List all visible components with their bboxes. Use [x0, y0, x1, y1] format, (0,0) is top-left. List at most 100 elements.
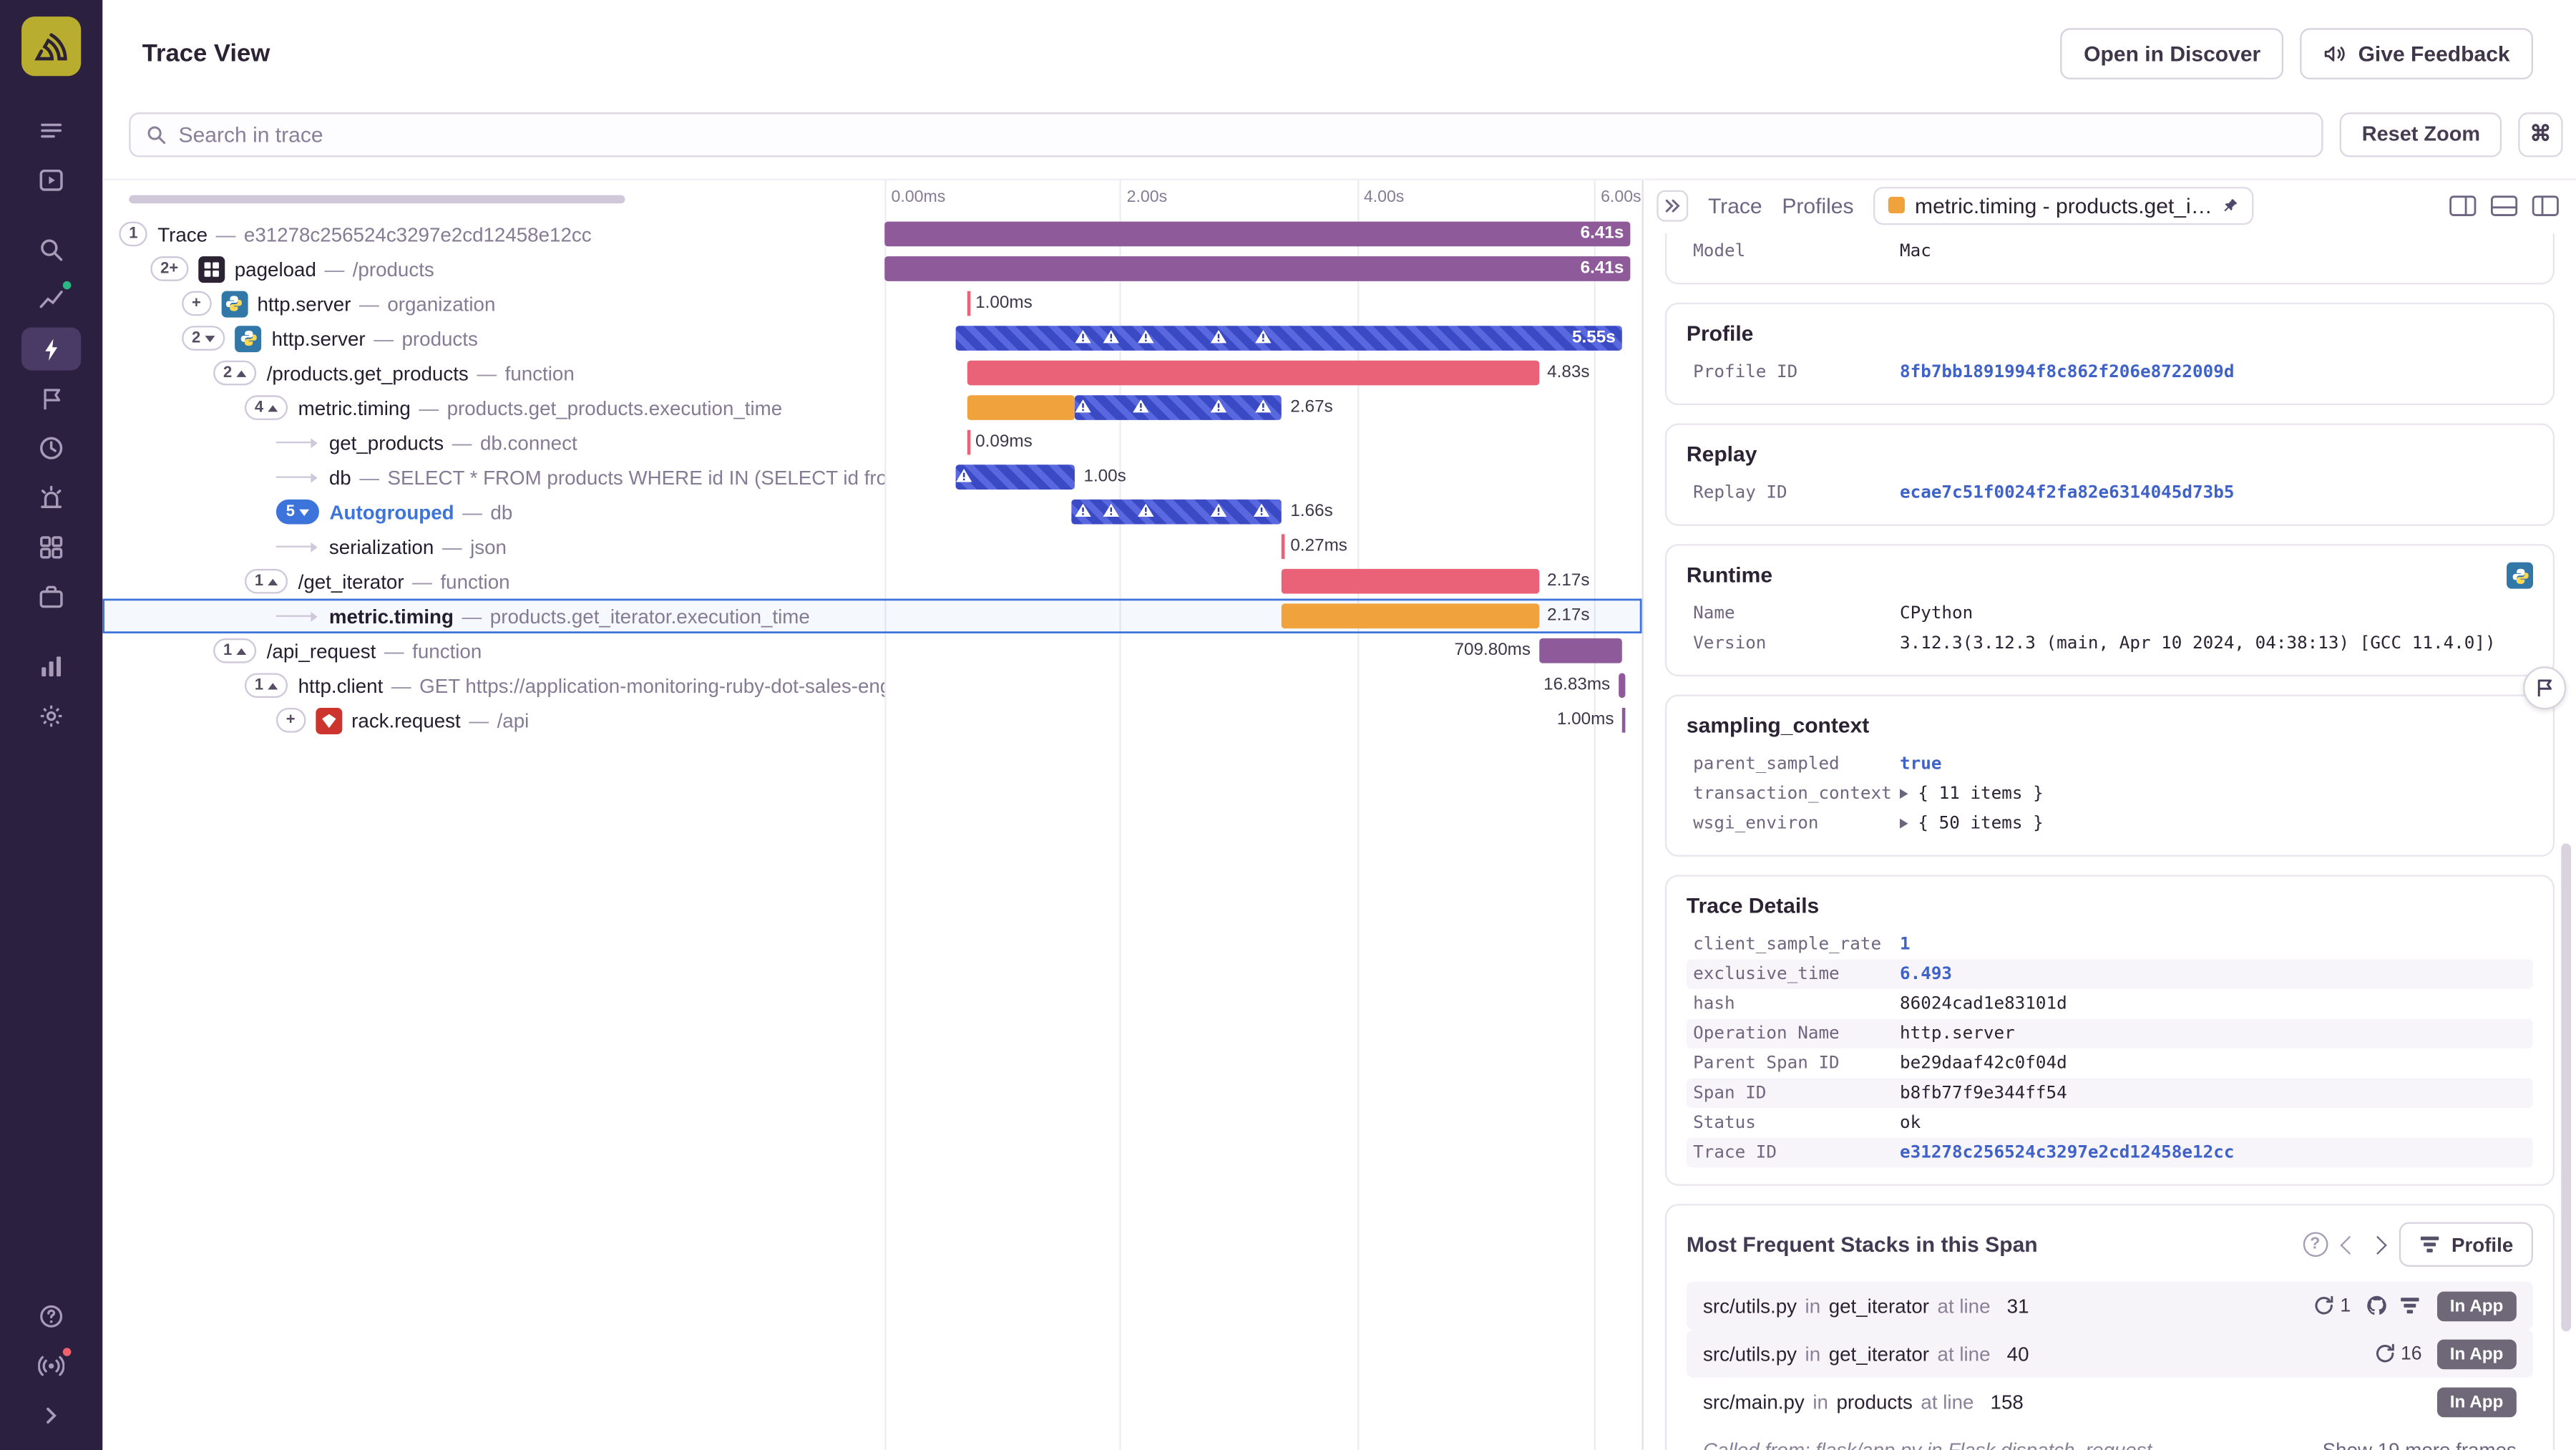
span-duration-bar[interactable]: 5.55s: [955, 326, 1622, 351]
sidebar-collapse-toggle[interactable]: [21, 1394, 81, 1437]
span-children-badge[interactable]: 2: [213, 360, 257, 386]
span-children-badge[interactable]: 1: [213, 638, 257, 663]
span-children-badge[interactable]: 1: [244, 673, 288, 699]
span-children-badge[interactable]: 2: [182, 326, 225, 351]
sidebar-item-issues[interactable]: [21, 110, 81, 152]
show-more-frames-link[interactable]: Show 19 more frames: [2323, 1438, 2517, 1450]
sidebar-item-help[interactable]: [21, 1295, 81, 1338]
sidebar-item-projects[interactable]: [21, 575, 81, 618]
sidebar-item-settings[interactable]: [21, 694, 81, 737]
feedback-flag-button[interactable]: [2523, 666, 2567, 710]
span-children-badge[interactable]: 2+: [150, 256, 189, 281]
span-children-badge[interactable]: 1: [244, 568, 288, 594]
span-duration-bar[interactable]: [1618, 673, 1626, 699]
span-duration-bar[interactable]: [1282, 603, 1539, 629]
trace-row[interactable]: 1/get_iterator — function 2.17s: [102, 564, 1641, 599]
kv-value[interactable]: true: [1900, 754, 1941, 774]
span-duration-bar[interactable]: 6.41s: [884, 256, 1631, 281]
error-marker[interactable]: [1075, 399, 1093, 414]
give-feedback-button[interactable]: Give Feedback: [2300, 27, 2533, 79]
error-marker[interactable]: [1103, 329, 1121, 344]
error-marker[interactable]: [1255, 329, 1273, 344]
stack-frame-row[interactable]: src/main.py in products at line 158 In App: [1687, 1378, 2533, 1426]
kv-value[interactable]: 8fb7bb1891994f8c862f206e8722009d: [1900, 362, 2234, 382]
tab-span-details[interactable]: metric.timing - products.get_iterat…: [1873, 185, 2254, 225]
span-duration-bar[interactable]: 6.41s: [884, 221, 1631, 247]
sidebar-item-alerts[interactable]: [21, 476, 81, 519]
sidebar-item-profiling[interactable]: [21, 327, 82, 371]
kv-value[interactable]: { 50 items }: [1918, 814, 2043, 834]
span-children-badge[interactable]: +: [275, 707, 306, 733]
span-duration-bar[interactable]: [1282, 568, 1539, 594]
profile-button[interactable]: Profile: [2399, 1222, 2533, 1267]
error-marker[interactable]: [1210, 399, 1228, 414]
error-marker[interactable]: [1103, 502, 1121, 517]
span-children-badge[interactable]: 5: [275, 499, 320, 525]
sidebar-item-releases[interactable]: [21, 377, 81, 420]
tree-horizontal-scrollbar[interactable]: [129, 195, 625, 204]
span-duration-bar[interactable]: [1538, 638, 1622, 663]
open-in-discover-button[interactable]: Open in Discover: [2060, 27, 2284, 79]
span-duration-bar[interactable]: [967, 395, 1075, 420]
in-app-badge[interactable]: In App: [2436, 1338, 2517, 1369]
sidebar-item-stats[interactable]: [21, 645, 81, 688]
span-children-badge[interactable]: 1: [119, 221, 148, 247]
reset-zoom-button[interactable]: Reset Zoom: [2340, 111, 2502, 157]
pin-icon[interactable]: [2223, 196, 2239, 214]
error-marker[interactable]: [1075, 502, 1093, 517]
tab-trace[interactable]: Trace: [1708, 193, 1762, 218]
shortcut-button[interactable]: ⌘: [2518, 111, 2563, 157]
stack-frame-row[interactable]: src/utils.py in get_iterator at line 40 16 In …: [1686, 1329, 2533, 1378]
span-duration-bar[interactable]: [1075, 395, 1282, 420]
sidebar-item-replays[interactable]: [21, 159, 81, 202]
error-marker[interactable]: [955, 468, 973, 483]
span-duration-bar[interactable]: [955, 464, 1075, 490]
trace-row[interactable]: 5 Autogrouped — db 1.66s: [102, 495, 1641, 530]
stack-frame-row[interactable]: Called from: flask/app.py in Flask.dispa…: [1687, 1426, 2533, 1450]
layout-left-button[interactable]: [2532, 195, 2560, 216]
error-marker[interactable]: [1252, 502, 1269, 517]
span-duration-bar[interactable]: [1621, 707, 1626, 733]
stack-frame-row[interactable]: src/utils.py in get_iterator at line 31 1 In A…: [1686, 1281, 2533, 1330]
trace-row[interactable]: 1/api_request — function 709.80ms: [102, 633, 1641, 668]
profile-icon[interactable]: [2399, 1297, 2420, 1315]
github-icon[interactable]: [2366, 1295, 2387, 1316]
kv-value[interactable]: 1: [1900, 935, 1911, 955]
error-marker[interactable]: [1210, 502, 1228, 517]
kv-value[interactable]: ecae7c51f0024f2fa82e6314045d73b5: [1900, 483, 2234, 503]
sidebar-item-search[interactable]: [21, 228, 81, 271]
trace-row[interactable]: 1 Trace — e31278c256524c3297e2cd12458e12cc 6…: [102, 217, 1641, 252]
panel-vertical-scrollbar[interactable]: [2561, 843, 2572, 1332]
span-duration-bar[interactable]: [967, 429, 971, 455]
span-duration-bar[interactable]: [1282, 534, 1286, 560]
layout-bottom-button[interactable]: [2490, 195, 2518, 216]
span-children-badge[interactable]: 4: [244, 395, 288, 420]
trace-row[interactable]: 1 http.client — GET https://application-mon…: [102, 668, 1641, 704]
error-marker[interactable]: [1255, 399, 1273, 414]
sentry-logo[interactable]: [21, 16, 82, 77]
trace-row[interactable]: 2/products.get_products — function 4.83s: [102, 356, 1641, 391]
trace-row[interactable]: 2+ pageload — /products 6.41s: [102, 251, 1641, 286]
trace-row[interactable]: 4 metric.timing — products.get_products.exe…: [102, 390, 1641, 425]
in-app-badge[interactable]: In App: [2436, 1386, 2517, 1417]
trace-row[interactable]: db — SELECT * FROM products WHERE id IN (S…: [102, 459, 1641, 495]
trace-row[interactable]: + rack.request — /api 1.00ms: [102, 703, 1641, 738]
panel-collapse-button[interactable]: [1657, 189, 1689, 221]
sidebar-item-whats-new[interactable]: [21, 1345, 81, 1388]
sidebar-item-dashboards[interactable]: [21, 526, 81, 569]
span-children-badge[interactable]: +: [182, 291, 211, 316]
in-app-badge[interactable]: In App: [2436, 1290, 2517, 1321]
trace-row[interactable]: + http.server — organization 1.00ms: [102, 286, 1641, 321]
tab-profiles[interactable]: Profiles: [1782, 193, 1853, 218]
error-marker[interactable]: [1132, 399, 1150, 414]
span-duration-bar[interactable]: [967, 291, 971, 316]
kv-value[interactable]: e31278c256524c3297e2cd12458e12cc: [1900, 1143, 2234, 1163]
trace-row[interactable]: metric.timing — products.get_iterator.exec…: [102, 598, 1642, 633]
trace-row[interactable]: get_products — db.connect 0.09ms: [102, 425, 1641, 460]
error-marker[interactable]: [1075, 329, 1093, 344]
error-marker[interactable]: [1136, 502, 1154, 517]
trace-row[interactable]: serialization — json 0.27ms: [102, 529, 1641, 564]
expand-chevron-icon[interactable]: [1899, 818, 1908, 829]
error-marker[interactable]: [1210, 329, 1228, 344]
error-marker[interactable]: [1136, 329, 1154, 344]
